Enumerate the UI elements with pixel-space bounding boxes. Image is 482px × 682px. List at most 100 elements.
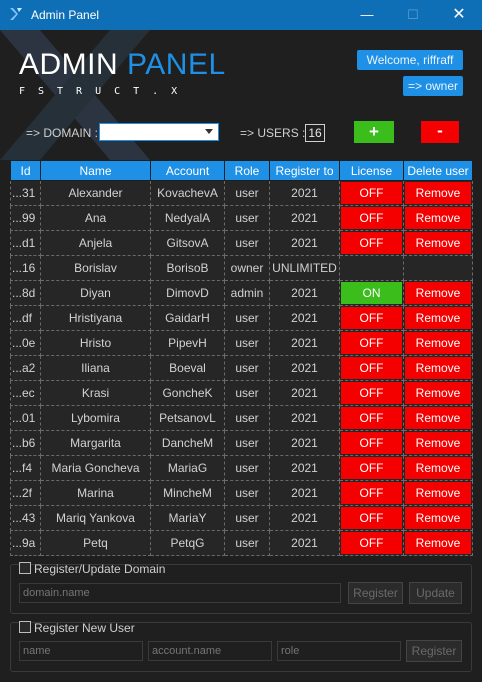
- register-domain-button[interactable]: Register: [348, 582, 403, 604]
- register-domain-checkbox[interactable]: [19, 562, 31, 574]
- cell-role: owner: [224, 255, 270, 281]
- cell-register-to: 2021: [269, 530, 340, 556]
- column-header-license[interactable]: License: [339, 160, 404, 181]
- cell-name: Margarita: [40, 430, 151, 456]
- license-toggle-button[interactable]: OFF: [341, 482, 402, 504]
- column-header-register-to[interactable]: Register to: [269, 160, 340, 181]
- table-row[interactable]: ...01 Lybomira PetsanovL user 2021 OFF Remove: [10, 405, 473, 431]
- column-header-delete-user[interactable]: Delete user: [403, 160, 473, 181]
- column-header-role[interactable]: Role: [224, 160, 270, 181]
- cell-delete: Remove: [403, 505, 473, 531]
- maximize-button[interactable]: ☐: [390, 0, 436, 30]
- cell-id: ...43: [10, 505, 41, 531]
- remove-row-button[interactable]: Remove: [405, 207, 471, 229]
- column-header-name[interactable]: Name: [40, 160, 151, 181]
- remove-row-button[interactable]: Remove: [405, 532, 471, 554]
- remove-row-button[interactable]: Remove: [405, 182, 471, 204]
- cell-register-to: 2021: [269, 205, 340, 231]
- remove-row-button[interactable]: Remove: [405, 307, 471, 329]
- cell-account: GaidarH: [150, 305, 225, 331]
- cell-register-to: 2021: [269, 305, 340, 331]
- cell-register-to: 2021: [269, 455, 340, 481]
- cell-license: OFF: [339, 530, 404, 556]
- logo-subtitle: FSTRUCT.X: [19, 86, 191, 97]
- license-toggle-button[interactable]: OFF: [341, 307, 402, 329]
- logo-word-admin: ADMIN: [19, 48, 119, 81]
- remove-row-button[interactable]: Remove: [405, 332, 471, 354]
- remove-row-button[interactable]: Remove: [405, 457, 471, 479]
- table-row[interactable]: ...b6 Margarita DancheM user 2021 OFF Remove: [10, 430, 473, 456]
- table-row[interactable]: ...f4 Maria Goncheva MariaG user 2021 OFF Remo…: [10, 455, 473, 481]
- cell-role: user: [224, 180, 270, 206]
- main-panel: ADMIN PANEL FSTRUCT.X Welcome, riffraff …: [0, 30, 482, 682]
- cell-name: Lybomira: [40, 405, 151, 431]
- add-user-button[interactable]: +: [354, 121, 394, 143]
- cell-license: ON: [339, 280, 404, 306]
- cell-id: ...99: [10, 205, 41, 231]
- table-row[interactable]: ...9a Petq PetqG user 2021 OFF Remove: [10, 530, 473, 556]
- cell-id: ...0e: [10, 330, 41, 356]
- name-input[interactable]: [19, 641, 143, 661]
- table-row[interactable]: ...ec Krasi GoncheK user 2021 OFF Remove: [10, 380, 473, 406]
- remove-row-button[interactable]: Remove: [405, 482, 471, 504]
- cell-account: KovachevA: [150, 180, 225, 206]
- table-row[interactable]: ...8d Diyan DimovD admin 2021 ON Remove: [10, 280, 473, 306]
- register-user-checkbox[interactable]: [19, 621, 31, 633]
- license-toggle-button[interactable]: OFF: [341, 332, 402, 354]
- role-input[interactable]: [277, 641, 401, 661]
- license-toggle-button[interactable]: OFF: [341, 182, 402, 204]
- remove-row-button[interactable]: Remove: [405, 507, 471, 529]
- table-row[interactable]: ...0e Hristo PipevH user 2021 OFF Remove: [10, 330, 473, 356]
- cell-role: user: [224, 330, 270, 356]
- remove-user-button[interactable]: -: [421, 121, 459, 143]
- minimize-button[interactable]: —: [344, 0, 390, 30]
- remove-row-button[interactable]: Remove: [405, 357, 471, 379]
- license-toggle-button[interactable]: OFF: [341, 507, 402, 529]
- license-toggle-button[interactable]: OFF: [341, 532, 402, 554]
- remove-row-button[interactable]: Remove: [405, 282, 471, 304]
- license-toggle-button[interactable]: OFF: [341, 407, 402, 429]
- cell-license: OFF: [339, 380, 404, 406]
- column-header-account[interactable]: Account: [150, 160, 225, 181]
- cell-role: user: [224, 430, 270, 456]
- license-toggle-button[interactable]: OFF: [341, 382, 402, 404]
- domain-label: => DOMAIN :: [26, 126, 99, 140]
- license-toggle-button[interactable]: ON: [341, 282, 402, 304]
- cell-id: ...9a: [10, 530, 41, 556]
- register-user-label: Register New User: [34, 621, 135, 635]
- license-toggle-button[interactable]: OFF: [341, 457, 402, 479]
- table-row[interactable]: ...df Hristiyana GaidarH user 2021 OFF Remove: [10, 305, 473, 331]
- cell-delete: Remove: [403, 180, 473, 206]
- cell-license: OFF: [339, 455, 404, 481]
- license-toggle-button[interactable]: OFF: [341, 207, 402, 229]
- table-row[interactable]: ...a2 Iliana Boeval user 2021 OFF Remove: [10, 355, 473, 381]
- register-user-button[interactable]: Register: [406, 640, 462, 662]
- cell-role: user: [224, 305, 270, 331]
- table-row[interactable]: ...43 Mariq Yankova MariaY user 2021 OFF Remov…: [10, 505, 473, 531]
- table-row[interactable]: ...d1 Anjela GitsovA user 2021 OFF Remove: [10, 230, 473, 256]
- account-name-input[interactable]: [148, 641, 272, 661]
- table-row[interactable]: ...31 Alexander KovachevA user 2021 OFF Remove: [10, 180, 473, 206]
- cell-license: OFF: [339, 355, 404, 381]
- table-row[interactable]: ...2f Marina MincheM user 2021 OFF Remove: [10, 480, 473, 506]
- remove-row-button[interactable]: Remove: [405, 432, 471, 454]
- license-toggle-button[interactable]: OFF: [341, 357, 402, 379]
- column-header-id[interactable]: Id: [10, 160, 41, 181]
- table-row[interactable]: ...99 Ana NedyalA user 2021 OFF Remove: [10, 205, 473, 231]
- license-toggle-button[interactable]: OFF: [341, 232, 402, 254]
- cell-id: ...01: [10, 405, 41, 431]
- table-row[interactable]: ...16 Borislav BorisoB owner UNLIMITED: [10, 255, 473, 281]
- cell-account: DancheM: [150, 430, 225, 456]
- remove-row-button[interactable]: Remove: [405, 407, 471, 429]
- license-toggle-button[interactable]: OFF: [341, 432, 402, 454]
- domain-name-input[interactable]: [19, 583, 341, 603]
- cell-delete: Remove: [403, 305, 473, 331]
- remove-row-button[interactable]: Remove: [405, 232, 471, 254]
- remove-row-button[interactable]: Remove: [405, 382, 471, 404]
- close-button[interactable]: ✕: [436, 0, 482, 30]
- cell-account: GitsovA: [150, 230, 225, 256]
- cell-license: OFF: [339, 330, 404, 356]
- update-domain-button[interactable]: Update: [409, 582, 462, 604]
- cell-name: Mariq Yankova: [40, 505, 151, 531]
- domain-dropdown[interactable]: [99, 123, 219, 141]
